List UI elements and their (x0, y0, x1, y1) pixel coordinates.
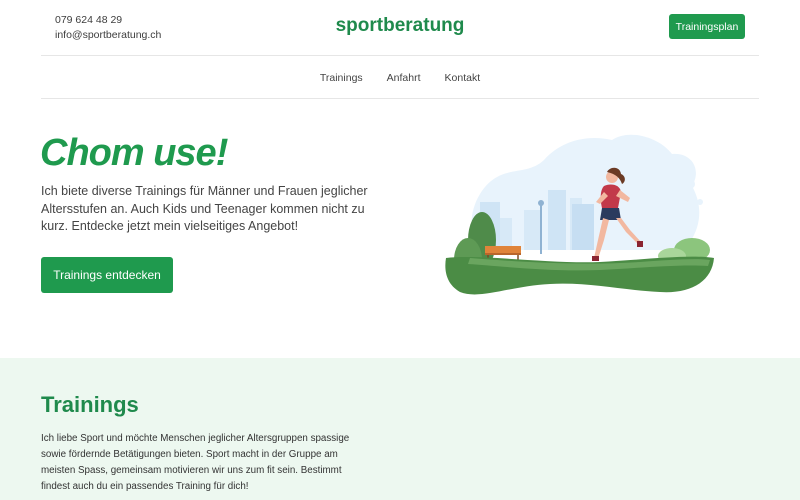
divider (41, 55, 759, 56)
site-header: 079 624 48 29 info@sportberatung.ch spor… (0, 0, 800, 56)
main-nav: Trainings Anfahrt Kontakt (0, 70, 800, 86)
trainings-entdecken-button[interactable]: Trainings entdecken (41, 257, 173, 293)
nav-item-trainings[interactable]: Trainings (320, 70, 363, 86)
trainings-heading: Trainings (41, 392, 139, 417)
nav-item-anfahrt[interactable]: Anfahrt (387, 70, 421, 86)
trainings-text: Ich liebe Sport und möchte Menschen jegl… (41, 433, 350, 492)
trainingsplan-button[interactable]: Trainingsplan (669, 14, 745, 39)
hero-title: Chom use! (40, 132, 228, 174)
nav-item-kontakt[interactable]: Kontakt (445, 70, 481, 86)
hero-text: Ich biete diverse Trainings für Männer u… (41, 184, 368, 233)
divider (41, 98, 759, 99)
runner-in-park-illustration (445, 134, 714, 295)
